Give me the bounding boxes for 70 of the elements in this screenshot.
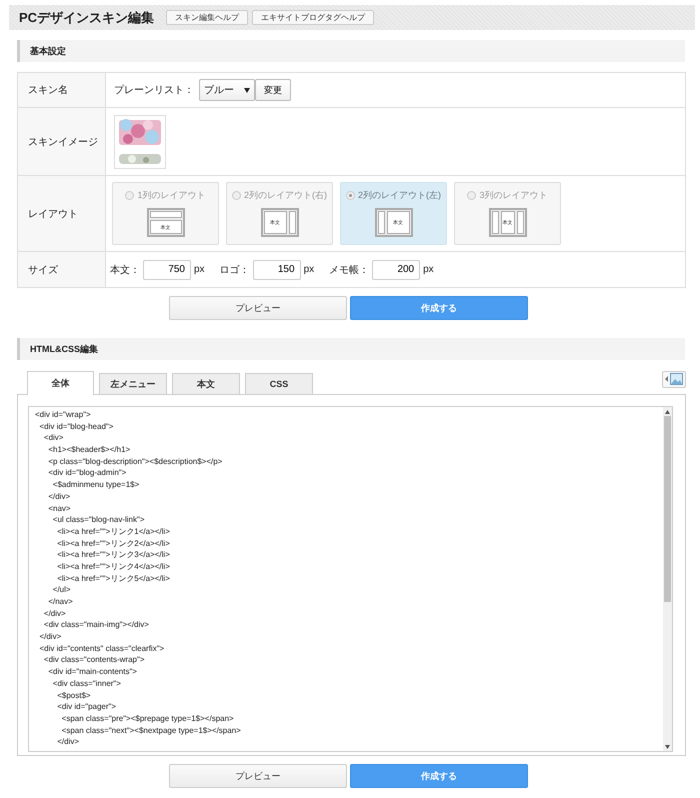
code-line: <div class="contents-wrap"> bbox=[42, 654, 146, 666]
code-line: <$post$> bbox=[56, 690, 92, 702]
code-line: <div class="inner"> bbox=[52, 678, 122, 690]
skin-select[interactable]: ブルー bbox=[199, 79, 255, 101]
unit-label: px bbox=[194, 264, 205, 275]
code-line: </div> bbox=[42, 608, 67, 620]
radio-button[interactable] bbox=[232, 191, 241, 200]
code-line: <$adminmenu type=1$> bbox=[52, 479, 140, 491]
skin-prefix: プレーンリスト： bbox=[114, 84, 194, 97]
image-insert-button[interactable] bbox=[662, 370, 686, 388]
code-line: <li><a href="">リンク3</a></li> bbox=[56, 549, 171, 561]
size-input[interactable]: 750 bbox=[143, 260, 191, 280]
scrollbar[interactable] bbox=[663, 407, 672, 751]
page-title: PCデザインスキン編集 bbox=[19, 8, 154, 26]
editor-tab[interactable]: 全体 bbox=[27, 371, 94, 395]
code-line: <li><a href="">リンク4</a></li> bbox=[56, 560, 171, 573]
code-line: </nav> bbox=[47, 596, 74, 608]
code-line: </div> bbox=[56, 736, 80, 748]
size-input[interactable]: 200 bbox=[372, 260, 420, 280]
code-line: <div id="blog-admin"> bbox=[47, 467, 128, 480]
editor-tab[interactable]: 左メニュー bbox=[99, 373, 167, 394]
code-line: </div> bbox=[47, 490, 72, 502]
code-line: <li><a href="">リンク1</a></li> bbox=[56, 526, 171, 538]
code-line: <nav> bbox=[47, 502, 72, 514]
dropdown-arrow-icon bbox=[244, 88, 250, 92]
code-line: <div class="main-img"></div> bbox=[42, 619, 150, 632]
code-line: </ul> bbox=[52, 584, 72, 596]
code-line: <div id="main-contents"> bbox=[47, 666, 138, 678]
code-line: <div id="contents" class="clearfix"> bbox=[38, 642, 166, 654]
code-line: <span class="next"><$nextpage type=1$></span> bbox=[60, 724, 242, 736]
scroll-up-icon bbox=[665, 410, 670, 414]
code-line: <div id="blog-head"> bbox=[38, 420, 114, 432]
code-line: <li><a href="">リンク5</a></li> bbox=[56, 572, 171, 584]
layout-label: 2列のレイアウト(左) bbox=[358, 189, 441, 202]
radio-button[interactable] bbox=[125, 191, 134, 200]
code-line: <div id="wrap"> bbox=[35, 409, 92, 421]
size-label: メモ帳： bbox=[329, 264, 370, 276]
size-label: 本文： bbox=[110, 264, 140, 276]
preview-button[interactable]: プレビュー bbox=[169, 764, 347, 788]
row-label: スキン名 bbox=[18, 73, 106, 107]
row-label: レイアウト bbox=[18, 176, 106, 251]
code-line: <div> bbox=[42, 432, 64, 444]
help-button[interactable]: スキン編集ヘルプ bbox=[166, 10, 248, 25]
row-label: サイズ bbox=[18, 252, 106, 287]
code-line: <div id="pager"> bbox=[56, 701, 118, 713]
row-label: スキンイメージ bbox=[18, 108, 106, 175]
layout-label: 3列のレイアウト bbox=[479, 189, 548, 202]
radio-button[interactable] bbox=[467, 191, 476, 200]
code-line: <ul class="blog-nav-link"> bbox=[52, 514, 146, 526]
section-heading: 基本設定 bbox=[17, 40, 685, 62]
layout-label: 2列のレイアウト(右) bbox=[244, 189, 327, 202]
scroll-down-icon bbox=[665, 744, 670, 748]
unit-label: px bbox=[304, 264, 314, 275]
code-line: <li><a href="">リンク2</a></li> bbox=[56, 538, 171, 550]
image-icon bbox=[665, 373, 683, 385]
help-button[interactable]: エキサイトブログタグヘルプ bbox=[252, 10, 374, 25]
editor-tab[interactable]: CSS bbox=[245, 373, 313, 394]
section-heading: HTML&CSS編集 bbox=[17, 338, 685, 360]
unit-label: px bbox=[423, 264, 434, 275]
size-label: ロゴ： bbox=[220, 264, 250, 276]
size-input[interactable]: 150 bbox=[252, 260, 301, 280]
radio-button[interactable] bbox=[346, 191, 355, 200]
code-line: <h1><$header$></h1> bbox=[47, 444, 132, 456]
preview-button[interactable]: プレビュー bbox=[169, 296, 347, 320]
layout-label: 1列のレイアウト bbox=[137, 189, 206, 202]
change-button[interactable]: 変更 bbox=[255, 79, 291, 101]
code-line: </div> bbox=[38, 631, 62, 643]
code-line: <p class="blog-description"><$description$></p> bbox=[47, 456, 224, 468]
code-line: <span class="pre"><$prepage type=1$></span> bbox=[60, 712, 235, 725]
editor-tab[interactable]: 本文 bbox=[172, 373, 240, 394]
